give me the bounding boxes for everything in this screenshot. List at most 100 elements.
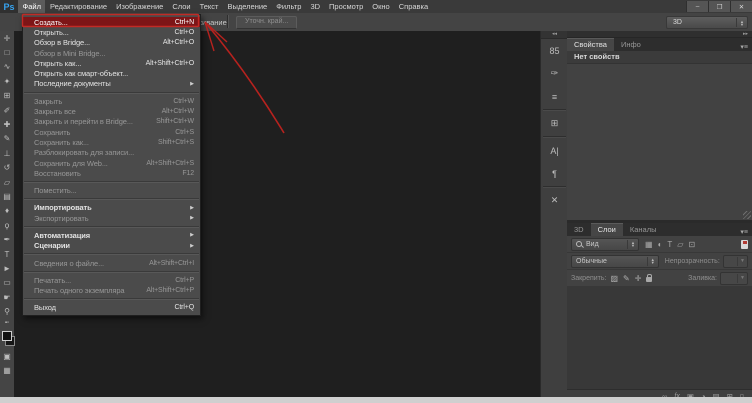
menu-item-scripts[interactable]: Сценарии ▶	[23, 241, 200, 251]
menu-item-label: Восстановить	[34, 168, 81, 178]
eyedropper-tool[interactable]: ✐	[1, 103, 14, 117]
workspace-switcher[interactable]: 3D ▲ ▼	[666, 16, 748, 29]
menu-item-label: Автоматизация	[34, 230, 90, 240]
tab-layers[interactable]: Слои	[590, 223, 623, 236]
opacity-value-box[interactable]: ▼	[722, 254, 748, 268]
tab-channels[interactable]: Каналы	[623, 223, 664, 236]
menu-item-open-as-smart-object[interactable]: Открыть как смарт-объект...	[23, 68, 200, 78]
brush-panel-icon[interactable]: ✑	[541, 62, 568, 85]
restore-button[interactable]: ❐	[708, 1, 730, 12]
menubar-item-type[interactable]: Текст	[195, 0, 223, 13]
healing-brush-tool[interactable]: ✚	[1, 117, 14, 131]
menu-item-close-all[interactable]: Закрыть все Alt+Ctrl+W	[23, 106, 200, 116]
menubar-item-window[interactable]: Окно	[368, 0, 394, 13]
path-selection-tool[interactable]: ►	[1, 261, 14, 275]
quick-selection-tool[interactable]: ✦	[1, 74, 14, 88]
pen-tool[interactable]: ✒	[1, 232, 14, 246]
menubar-item-help[interactable]: Справка	[394, 0, 432, 13]
tab-properties[interactable]: Свойства	[567, 38, 614, 51]
layer-filter-kind-dropdown[interactable]: Вид ▲ ▼	[571, 237, 639, 251]
marquee-tool[interactable]: □	[1, 45, 14, 59]
menu-item-revert[interactable]: Восстановить F12	[23, 168, 200, 178]
menubar-item-edit[interactable]: Редактирование	[45, 0, 111, 13]
color-swatches[interactable]	[1, 330, 15, 347]
menu-item-close-and-go-to-bridge[interactable]: Закрыть и перейти в Bridge... Shift+Ctrl+…	[23, 117, 200, 127]
tab-info[interactable]: Инфо	[614, 38, 648, 51]
menu-item-save[interactable]: Сохранить Ctrl+S	[23, 127, 200, 137]
blur-tool[interactable]: ♦	[1, 204, 14, 218]
submenu-arrow-icon: ▶	[190, 242, 194, 249]
panel-menu-icon[interactable]: ▾≡	[740, 43, 752, 51]
3d-panel-icon[interactable]: ✕	[541, 189, 568, 212]
menubar-item-image[interactable]: Изображение	[112, 0, 168, 13]
lock-position-icon[interactable]: ✛	[635, 274, 642, 283]
menu-item-new[interactable]: Создать... Ctrl+N	[23, 17, 200, 28]
menu-item-unlock-for-write[interactable]: Разблокировать для записи...	[23, 148, 200, 158]
paragraph-panel-icon[interactable]: ¶	[541, 162, 568, 185]
menubar-item-file[interactable]: Файл	[18, 0, 46, 13]
menu-item-file-info[interactable]: Сведения о файле... Alt+Shift+Ctrl+I	[23, 258, 200, 268]
lasso-tool[interactable]: ∿	[1, 60, 14, 74]
dock-collapse-button[interactable]: ◂◂	[541, 31, 568, 39]
minimize-button[interactable]: –	[686, 1, 708, 12]
foreground-color-swatch[interactable]	[1, 330, 12, 341]
filter-pixel-layers-icon[interactable]: ▦	[645, 240, 653, 249]
dodge-tool[interactable]: ϙ	[1, 218, 14, 232]
type-tool[interactable]: T	[1, 247, 14, 261]
lock-transparency-icon[interactable]: ▨	[610, 274, 618, 283]
menu-item-close[interactable]: Закрыть Ctrl+W	[23, 96, 200, 106]
menu-item-browse-in-mini-bridge[interactable]: Обзор в Mini Bridge...	[23, 48, 200, 58]
eraser-tool[interactable]: ▱	[1, 175, 14, 189]
menu-item-shortcut: Ctrl+O	[174, 28, 194, 36]
menubar-item-layers[interactable]: Слои	[168, 0, 195, 13]
brush-presets-panel-icon[interactable]: ≡	[541, 85, 568, 108]
default-colors-icon[interactable]: ▪▫	[1, 319, 14, 328]
resize-grip-icon[interactable]	[743, 211, 751, 219]
menu-item-print-one-copy[interactable]: Печать одного экземпляра Alt+Shift+Ctrl+P	[23, 286, 200, 296]
filter-smart-objects-icon[interactable]: ⊡	[688, 240, 695, 249]
menu-item-export[interactable]: Экспортировать ▶	[23, 213, 200, 223]
menu-item-open[interactable]: Открыть... Ctrl+O	[23, 27, 200, 37]
lock-pixels-icon[interactable]: ✎	[623, 274, 630, 283]
brush-tool[interactable]: ✎	[1, 132, 14, 146]
crop-tool[interactable]: ⊞	[1, 89, 14, 103]
layer-filter-toggle[interactable]	[741, 239, 748, 249]
quick-mask-button[interactable]: ▣	[1, 349, 14, 363]
info-panel-icon[interactable]: 85	[541, 39, 568, 62]
menu-item-import[interactable]: Импортировать ▶	[23, 203, 200, 213]
zoom-tool[interactable]: ⚲	[1, 304, 14, 318]
filter-shape-layers-icon[interactable]: ▱	[677, 240, 683, 249]
menu-item-exit[interactable]: Выход Ctrl+Q	[23, 303, 200, 313]
lock-all-icon[interactable]	[646, 274, 653, 282]
menubar-item-select[interactable]: Выделение	[223, 0, 272, 13]
character-panel-icon[interactable]: A|	[541, 139, 568, 162]
menu-item-print[interactable]: Печатать... Ctrl+P	[23, 275, 200, 285]
shape-tool[interactable]: ▭	[1, 276, 14, 290]
close-button[interactable]: ✕	[730, 1, 752, 12]
menu-item-save-for-web[interactable]: Сохранить для Web... Alt+Shift+Ctrl+S	[23, 158, 200, 168]
menu-item-save-as[interactable]: Сохранить как... Shift+Ctrl+S	[23, 137, 200, 147]
fill-value-box[interactable]: ▼	[720, 271, 748, 285]
menubar-item-view[interactable]: Просмотр	[325, 0, 368, 13]
menu-item-automate[interactable]: Автоматизация ▶	[23, 230, 200, 240]
menubar-item-filter[interactable]: Фильтр	[272, 0, 306, 13]
clone-stamp-tool[interactable]: ⊥	[1, 146, 14, 160]
move-tool[interactable]: ✛	[1, 31, 14, 45]
clone-source-panel-icon[interactable]: ⊞	[541, 112, 568, 135]
menu-item-recent-files[interactable]: Последние документы ▶	[23, 79, 200, 89]
history-brush-tool[interactable]: ↺	[1, 161, 14, 175]
menu-item-open-as[interactable]: Открыть как... Alt+Shift+Ctrl+O	[23, 58, 200, 68]
menu-item-place[interactable]: Поместить...	[23, 185, 200, 195]
hand-tool[interactable]: ☛	[1, 290, 14, 304]
blend-mode-dropdown[interactable]: Обычные ▲ ▼	[571, 254, 659, 268]
menu-item-browse-in-bridge[interactable]: Обзор в Bridge... Alt+Ctrl+O	[23, 38, 200, 48]
menubar-item-3d[interactable]: 3D	[306, 0, 325, 13]
filter-adjustment-layers-icon[interactable]: ◐	[658, 240, 663, 249]
tab-3d[interactable]: 3D	[567, 223, 591, 236]
filter-type-layers-icon[interactable]: T	[667, 240, 672, 249]
screen-mode-button[interactable]: ▦	[1, 363, 14, 377]
panels-collapse-button[interactable]: ▸▸	[567, 31, 752, 38]
gradient-tool[interactable]: ▤	[1, 189, 14, 203]
panel-menu-icon[interactable]: ▾≡	[740, 228, 752, 236]
refine-edge-button[interactable]: Уточн. край...	[236, 16, 298, 29]
